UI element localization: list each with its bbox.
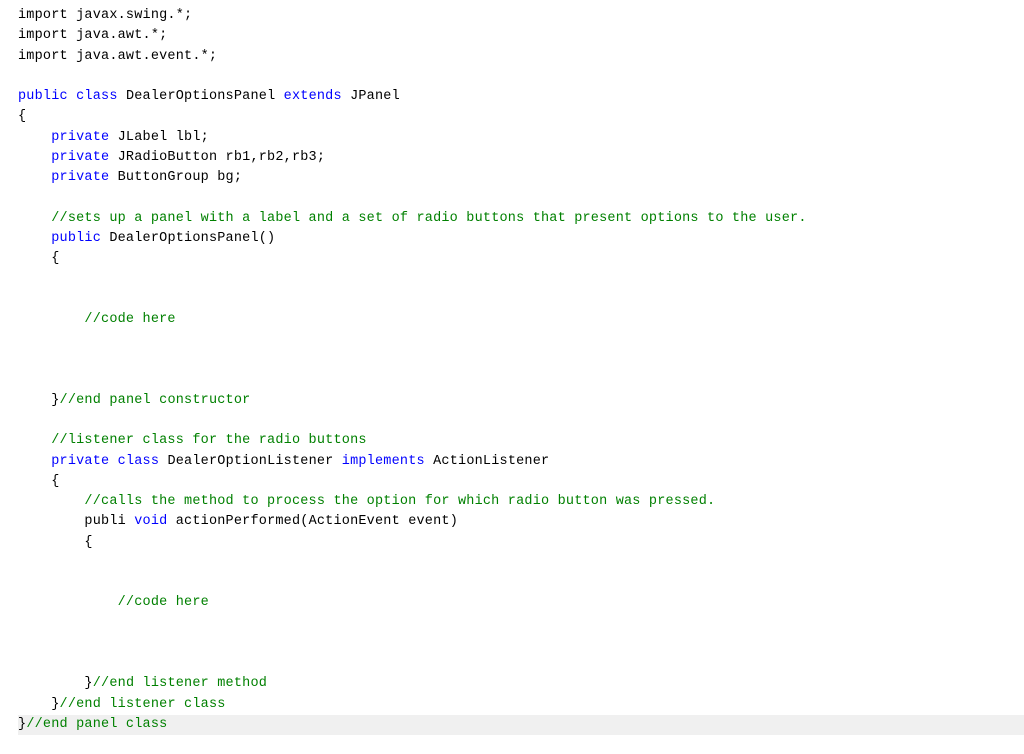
code-line: //listener class for the radio buttons	[18, 433, 367, 448]
code-line: publi void actionPerformed(ActionEvent e…	[18, 514, 458, 529]
code-line: //calls the method to process the option…	[18, 494, 715, 509]
code-line: private JLabel lbl;	[18, 130, 209, 145]
code-line: //code here	[18, 595, 209, 610]
code-line: }//end panel constructor	[18, 393, 250, 408]
code-line: }//end listener class	[18, 697, 226, 712]
code-line: import java.awt.event.*;	[18, 49, 217, 64]
code-line: {	[18, 474, 60, 489]
code-line: //code here	[18, 312, 176, 327]
code-line: //sets up a panel with a label and a set…	[18, 211, 807, 226]
code-line: import java.awt.*;	[18, 28, 167, 43]
code-line: import javax.swing.*;	[18, 8, 192, 23]
code-line: }//end panel class	[18, 715, 1024, 735]
code-line: public DealerOptionsPanel()	[18, 231, 275, 246]
code-line: {	[18, 535, 93, 550]
code-block: import javax.swing.*; import java.awt.*;…	[0, 0, 1024, 741]
code-line: private JRadioButton rb1,rb2,rb3;	[18, 150, 325, 165]
code-line: public class DealerOptionsPanel extends …	[18, 89, 400, 104]
code-line: }//end listener method	[18, 676, 267, 691]
code-line: {	[18, 109, 26, 124]
code-line: private ButtonGroup bg;	[18, 170, 242, 185]
code-line: private class DealerOptionListener imple…	[18, 454, 549, 469]
code-line: {	[18, 251, 60, 266]
